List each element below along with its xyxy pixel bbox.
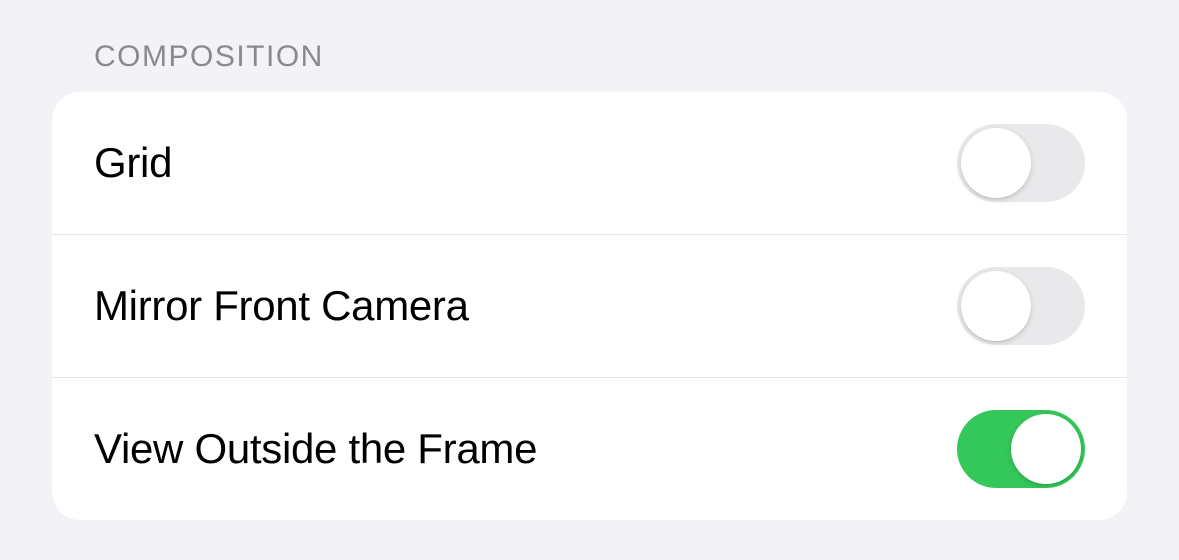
row-label-grid: Grid — [94, 139, 172, 187]
toggle-view-outside-frame[interactable] — [957, 410, 1085, 488]
settings-row-mirror-front-camera: Mirror Front Camera — [52, 234, 1127, 377]
settings-row-grid: Grid — [52, 92, 1127, 234]
toggle-grid[interactable] — [957, 124, 1085, 202]
settings-row-view-outside-frame: View Outside the Frame — [52, 377, 1127, 520]
section-header-composition: COMPOSITION — [52, 40, 1127, 74]
row-label-mirror-front-camera: Mirror Front Camera — [94, 282, 469, 330]
settings-container: COMPOSITION Grid Mirror Front Camera Vie… — [0, 0, 1179, 560]
toggle-knob — [961, 128, 1031, 198]
row-label-view-outside-frame: View Outside the Frame — [94, 425, 537, 473]
toggle-mirror-front-camera[interactable] — [957, 267, 1085, 345]
settings-group-composition: Grid Mirror Front Camera View Outside th… — [52, 92, 1127, 520]
toggle-knob — [1011, 414, 1081, 484]
toggle-knob — [961, 271, 1031, 341]
